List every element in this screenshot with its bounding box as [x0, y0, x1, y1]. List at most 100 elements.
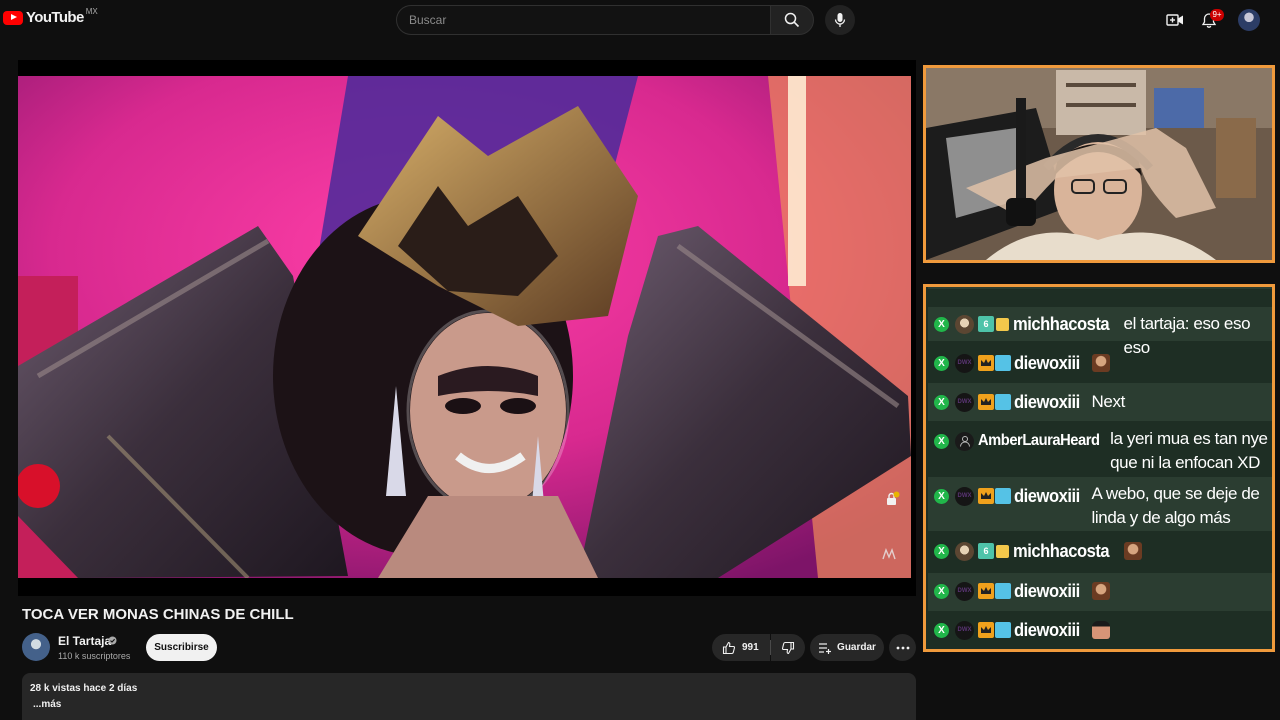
hand-emote-icon: [1091, 621, 1110, 639]
like-count: 991: [742, 642, 759, 653]
channel-avatar[interactable]: [22, 633, 50, 661]
mod-badge-icon: X: [934, 622, 949, 638]
mod-badge-icon: X: [934, 433, 949, 449]
gift-icon: [996, 317, 1009, 331]
chat-message: X DWX diewoxiii: [928, 613, 1272, 649]
chat-badges: X 6: [928, 539, 1013, 563]
chat-username: diewoxiii: [1014, 581, 1080, 601]
streamer-webcam: [926, 68, 1272, 260]
add-to-playlist-icon: [819, 642, 832, 654]
video-frame: [18, 76, 911, 578]
chat-username: michhacosta: [1013, 541, 1110, 561]
video-player[interactable]: [18, 60, 916, 596]
user-avatar: DWX: [955, 353, 974, 373]
face-emote-icon: [1123, 542, 1142, 560]
search-icon: [784, 12, 800, 28]
chat-badges: X DWX: [928, 351, 1014, 375]
chat-badges: X 6: [928, 312, 1013, 336]
crown-icon: [978, 583, 994, 599]
gift-icon: [996, 544, 1009, 558]
user-avatar: DWX: [955, 581, 974, 601]
chat-badges: X DWX: [928, 484, 1014, 508]
verified-check-icon: [108, 636, 117, 645]
chat-username: diewoxiii: [1014, 486, 1080, 506]
face-emote-icon: [1091, 354, 1110, 372]
chat-badges: X DWX: [928, 618, 1014, 642]
notification-count-badge: 9+: [1210, 9, 1224, 21]
logo-text: YouTube: [26, 9, 84, 26]
chat-username: diewoxiii: [1014, 620, 1080, 640]
sub-badge-icon: 6: [978, 316, 994, 332]
chat-badges: X: [928, 429, 978, 453]
logo-country-code: MX: [85, 7, 98, 16]
blue-badge-icon: [995, 355, 1011, 371]
lock-icon: [887, 491, 900, 505]
microphone-icon: [834, 13, 846, 27]
user-avatar: [955, 314, 974, 334]
show-more-link[interactable]: ...más: [33, 699, 908, 710]
create-video-icon: [1166, 14, 1183, 26]
chat-username: AmberLauraHeard: [978, 432, 1100, 449]
description-box[interactable]: 28 k vistas hace 2 días ...más: [22, 673, 916, 720]
search-button[interactable]: [770, 5, 814, 35]
view-count-and-date: 28 k vistas hace 2 días: [30, 683, 138, 694]
top-bar: YouTube MX 9+: [0, 0, 1280, 40]
default-user-icon: [959, 436, 970, 447]
user-avatar: DWX: [955, 486, 974, 506]
dislike-button[interactable]: [771, 634, 805, 661]
create-button[interactable]: [1164, 9, 1186, 31]
chat-message: X AmberLauraHeard la yeri mua es tan nye…: [928, 423, 1272, 475]
mod-badge-icon: X: [934, 488, 949, 504]
chat-message: [928, 287, 1272, 289]
mod-badge-icon: X: [934, 583, 949, 599]
more-horizontal-icon: [896, 646, 909, 649]
user-avatar: DWX: [955, 620, 974, 640]
subscribe-button[interactable]: Suscribirse: [146, 634, 217, 661]
chat-username: michhacosta: [1013, 314, 1110, 334]
chat-message: X DWX diewoxiii: [928, 573, 1272, 611]
thumbs-up-icon: [722, 641, 736, 654]
subscriber-count: 110 k suscriptores: [58, 651, 131, 661]
crown-icon: [978, 622, 994, 638]
chat-badges: X DWX: [928, 390, 1014, 414]
crown-icon: [978, 488, 994, 504]
chat-username: diewoxiii: [1014, 353, 1080, 373]
chat-message: X 6 michhacosta el tartaja: eso eso eso: [928, 307, 1272, 357]
mod-badge-icon: X: [934, 355, 949, 371]
chat-message: X DWX diewoxiii: [928, 345, 1272, 381]
like-button[interactable]: 991: [712, 634, 770, 661]
crown-icon: [978, 394, 994, 410]
search-input[interactable]: [396, 5, 770, 35]
save-label: Guardar: [837, 642, 876, 653]
chat-text: A webo, que se deje de linda y de algo m…: [1091, 484, 1260, 527]
save-button[interactable]: Guardar: [810, 634, 884, 661]
mod-badge-icon: X: [934, 316, 949, 332]
chat-badges: X DWX: [928, 579, 1014, 603]
chat-message: X DWX diewoxiii Next: [928, 383, 1272, 421]
blue-badge-icon: [995, 583, 1011, 599]
youtube-logo[interactable]: YouTube MX: [3, 7, 98, 26]
chat-text: la yeri mua es tan nye que ni la enfocan…: [1110, 429, 1268, 472]
voice-search-button[interactable]: [825, 5, 855, 35]
blue-badge-icon: [995, 488, 1011, 504]
crown-icon: [978, 355, 994, 371]
chat-overlay: X 6 michhacosta el tartaja: eso eso eso …: [923, 284, 1275, 652]
facecam-overlay: [923, 65, 1275, 263]
blue-badge-icon: [995, 394, 1011, 410]
user-avatar: [955, 541, 974, 561]
account-avatar[interactable]: [1238, 9, 1260, 31]
chat-username: diewoxiii: [1014, 392, 1080, 412]
mod-badge-icon: X: [934, 394, 949, 410]
thumbs-down-icon: [781, 641, 795, 654]
blue-badge-icon: [995, 622, 1011, 638]
tv-network-logo-icon: [882, 548, 896, 560]
face-emote-icon: [1091, 582, 1110, 600]
chat-message: X DWX diewoxiii A webo, que se deje de l…: [928, 477, 1272, 531]
player-bottom-bar: [18, 578, 916, 596]
video-title: TOCA VER MONAS CHINAS DE CHILL: [22, 606, 294, 623]
more-actions-button[interactable]: [889, 634, 916, 661]
channel-name[interactable]: El Tartaja: [58, 634, 111, 648]
youtube-play-icon: [3, 10, 23, 25]
user-avatar: DWX: [955, 392, 974, 412]
sub-badge-icon: 6: [978, 543, 994, 559]
